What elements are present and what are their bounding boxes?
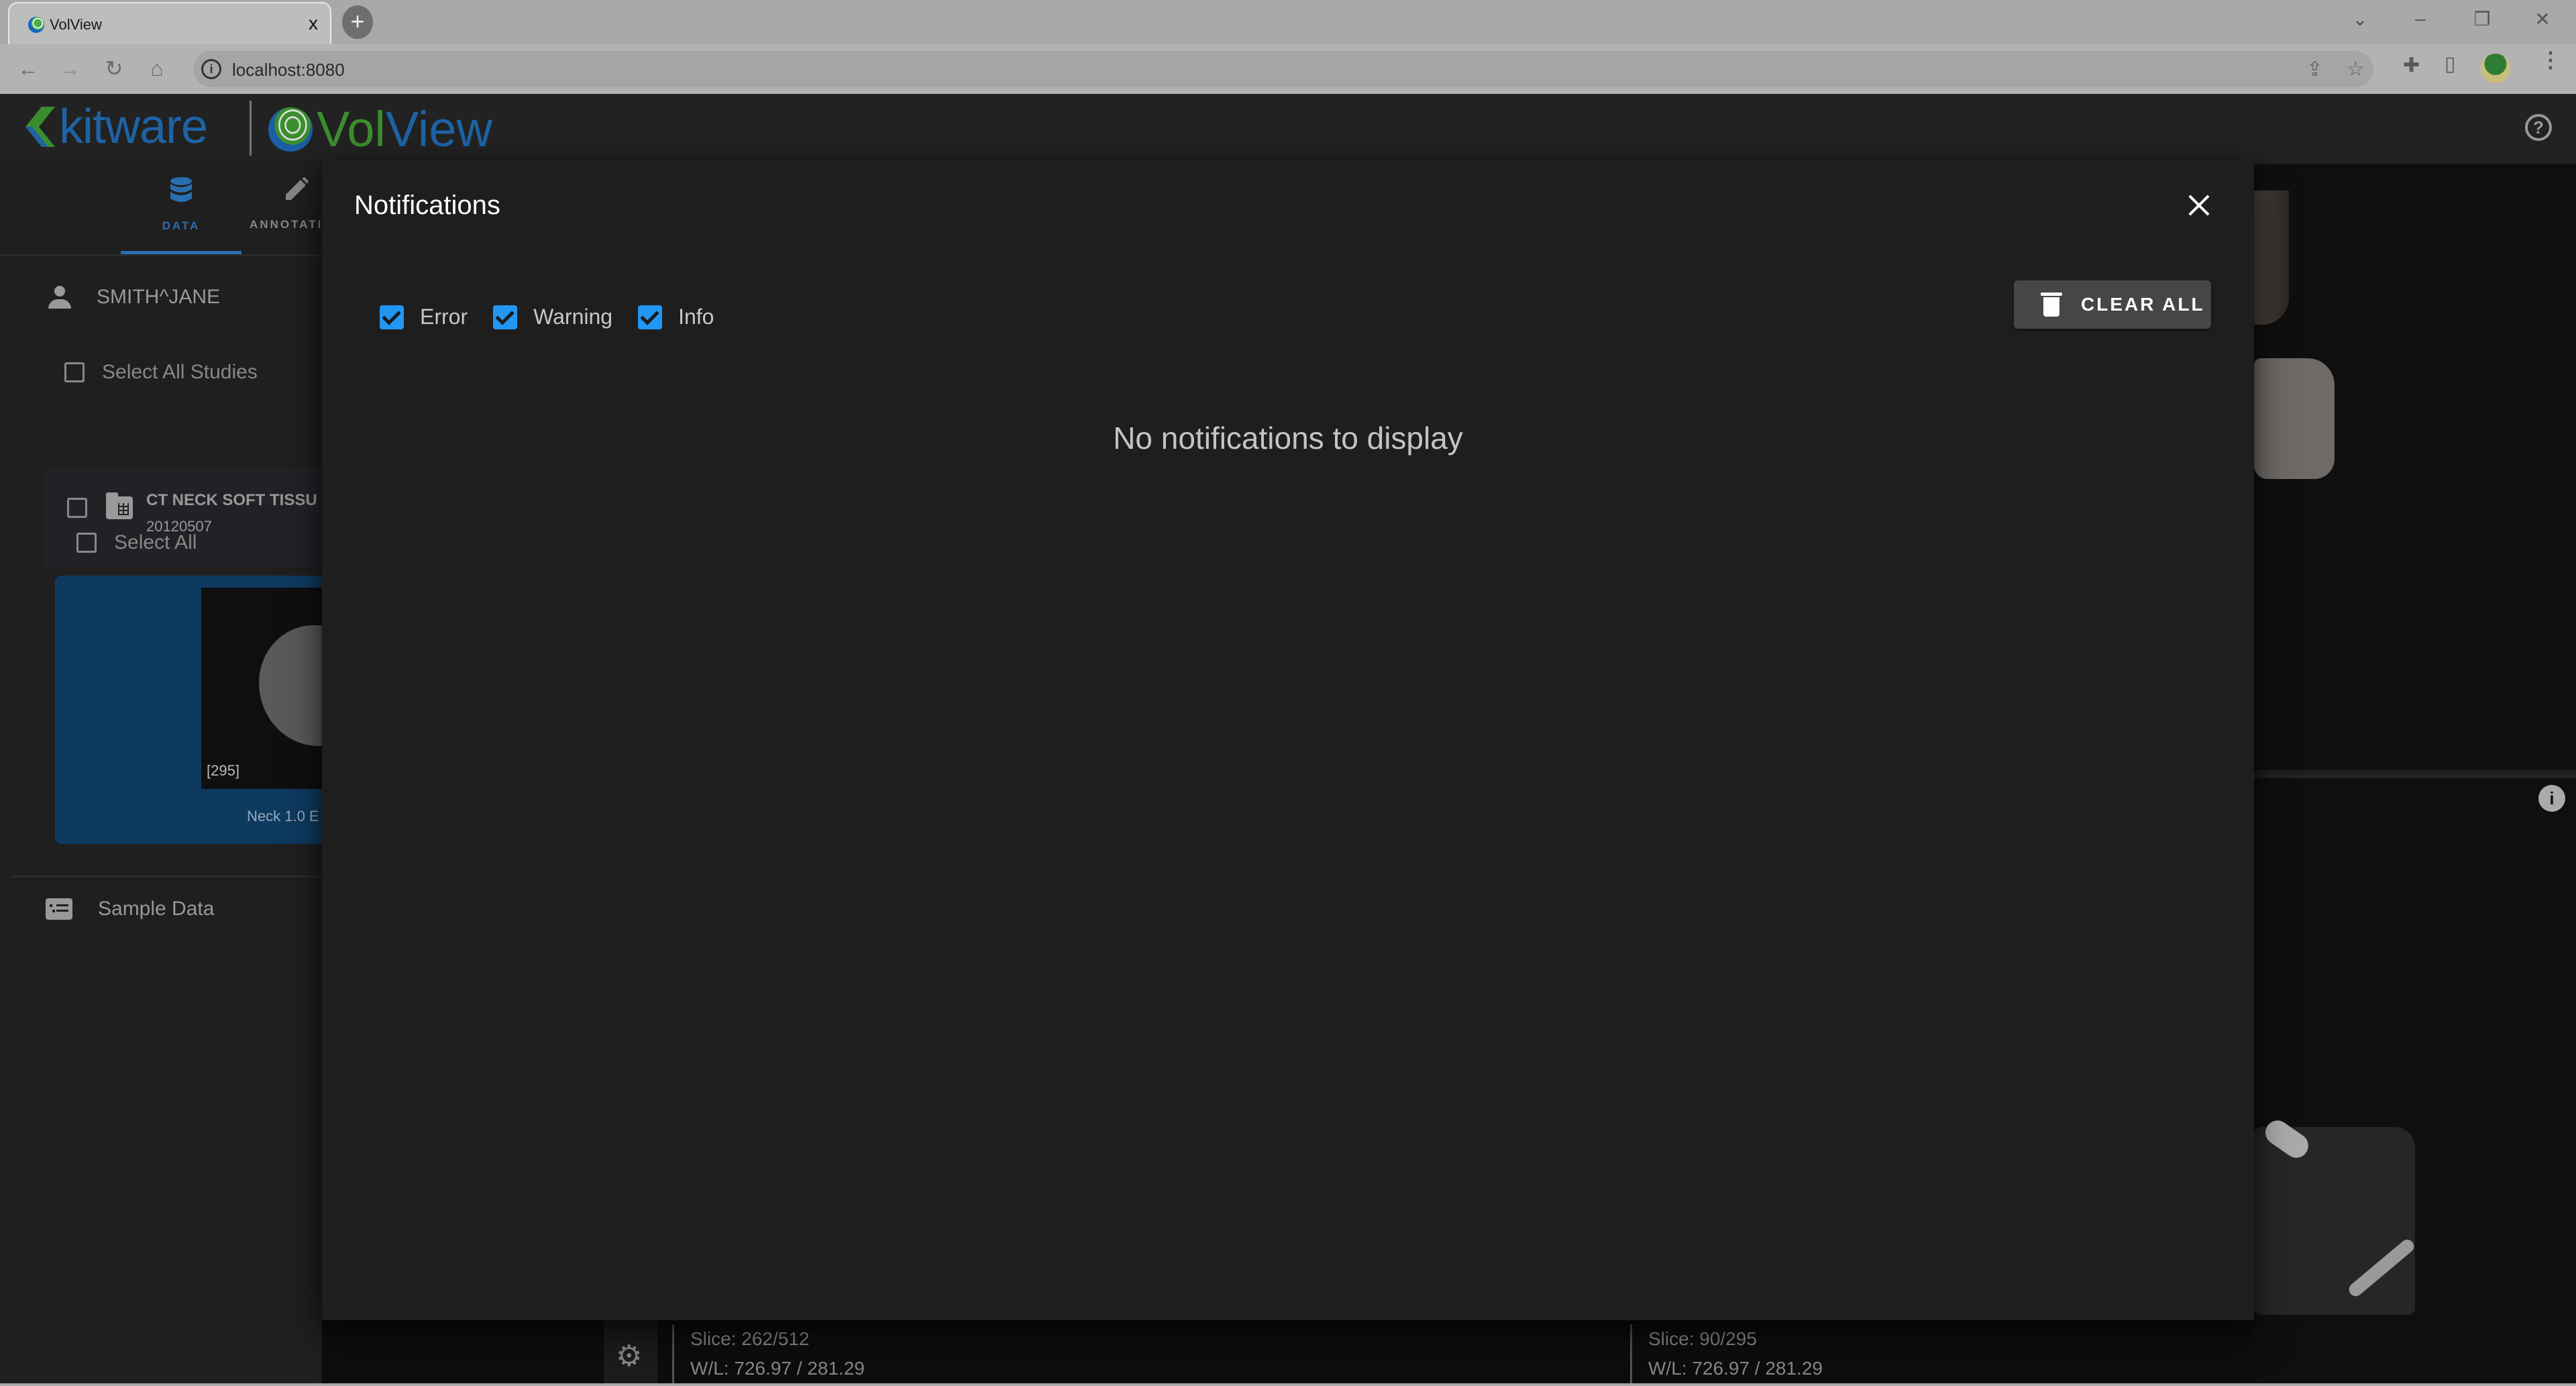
window-bottom-border — [0, 1383, 2576, 1386]
tab-search-chevron-icon[interactable]: ⌄ — [2340, 8, 2380, 30]
select-all-studies-checkbox[interactable] — [64, 362, 85, 382]
right-view-window-level: W/L: 726.97 / 281.29 — [1648, 1358, 1823, 1379]
series-name: Neck 1.0 E — [247, 808, 319, 824]
study-title: CT NECK SOFT TISSU — [146, 491, 317, 509]
clear-all-label: CLEAR ALL — [2081, 294, 2205, 315]
home-icon[interactable]: ⌂ — [142, 56, 172, 81]
empty-state-message: No notifications to display — [1113, 421, 1463, 456]
select-all-studies-label: Select All Studies — [102, 361, 258, 383]
filter-info-checkbox[interactable] — [638, 305, 663, 329]
window-close-button[interactable]: ✕ — [2522, 8, 2563, 30]
notification-filters: Error Warning Info — [380, 305, 739, 329]
select-all-series[interactable]: Select All — [76, 531, 197, 554]
series-slice-count: [295] — [207, 762, 239, 779]
clear-all-button[interactable]: CLEAR ALL — [2014, 280, 2211, 329]
volview-favicon-icon — [28, 17, 44, 33]
extensions-puzzle-icon[interactable]: ✚ — [2403, 54, 2420, 77]
sidebar-divider — [11, 875, 322, 877]
close-icon[interactable] — [2180, 188, 2218, 225]
reload-icon[interactable]: ↻ — [99, 56, 129, 81]
patient-header[interactable]: SMITH^JANE — [48, 286, 220, 309]
restore-button[interactable]: ❐ — [2462, 8, 2502, 30]
select-all-series-label: Select All — [114, 531, 197, 553]
filter-error[interactable]: Error — [380, 305, 468, 329]
share-icon[interactable]: ⇪ — [2306, 58, 2323, 81]
volview-mark-icon — [268, 107, 313, 152]
tab-annotations[interactable]: ANNOTATI — [241, 177, 322, 231]
person-icon — [48, 286, 71, 309]
trash-icon — [2041, 292, 2062, 317]
study-folder-icon — [106, 492, 133, 519]
ct-slice-image — [2254, 1127, 2415, 1315]
select-all-series-checkbox[interactable] — [76, 533, 97, 553]
patient-name: SMITH^JANE — [97, 286, 221, 308]
pencil-icon — [241, 177, 322, 209]
header-divider — [250, 101, 252, 156]
series-card[interactable]: [295] Neck 1.0 E — [55, 576, 322, 844]
right-view-overlay: Slice: 90/295 W/L: 726.97 / 281.29 — [1630, 1324, 1823, 1383]
filter-error-checkbox[interactable] — [380, 305, 404, 329]
sample-data-section[interactable]: Sample Data — [46, 898, 214, 920]
kitware-wordmark: kitware — [59, 100, 208, 154]
sample-data-label: Sample Data — [98, 898, 215, 920]
bookmark-star-icon[interactable]: ☆ — [2347, 58, 2365, 81]
browser-menu-icon[interactable]: ⋮ — [2540, 49, 2561, 70]
dialog-title: Notifications — [354, 191, 500, 220]
notifications-dialog: Notifications Error Warning Info CLEAR A… — [322, 160, 2254, 1320]
left-view-overlay: Slice: 262/512 W/L: 726.97 / 281.29 — [672, 1324, 865, 1383]
sidebar-tabs: DATA ANNOTATI — [0, 160, 322, 256]
new-tab-button[interactable]: + — [342, 5, 373, 39]
browser-tab-volview[interactable]: VolView x — [8, 2, 331, 45]
3d-render-mandible — [2254, 191, 2289, 325]
filter-warning-checkbox[interactable] — [493, 305, 518, 329]
filter-info[interactable]: Info — [638, 305, 714, 329]
filter-warning-label: Warning — [533, 305, 613, 329]
list-box-icon — [46, 898, 72, 920]
url-text: localhost:8080 — [232, 60, 345, 80]
filter-error-label: Error — [420, 305, 468, 329]
app-header: kitware Vol View ? — [0, 94, 2576, 160]
active-tab-indicator — [121, 251, 241, 254]
info-icon[interactable]: i — [2538, 785, 2565, 812]
3d-render-vertebra — [2254, 358, 2334, 479]
browser-tab-bar: VolView x + ⌄ – ❐ ✕ — [0, 0, 2576, 45]
back-arrow-icon[interactable]: ← — [13, 56, 43, 81]
url-field[interactable]: i localhost:8080 ⇪ ☆ — [193, 51, 2373, 87]
site-info-icon[interactable]: i — [201, 59, 221, 79]
gear-icon[interactable]: ⚙ — [616, 1342, 642, 1371]
kitware-logo: kitware — [21, 100, 208, 154]
volview-logo: Vol View — [268, 101, 492, 157]
right-view-slice: Slice: 90/295 — [1648, 1328, 1757, 1349]
volview-wordmark-view: View — [385, 101, 492, 157]
tab-title: VolView — [50, 16, 102, 33]
ct-neck-thumbnail-image — [259, 625, 322, 746]
filter-warning[interactable]: Warning — [493, 305, 612, 329]
tab-close-icon[interactable]: x — [309, 13, 318, 34]
filter-info-label: Info — [678, 305, 714, 329]
left-view-window-level: W/L: 726.97 / 281.29 — [690, 1358, 865, 1379]
select-all-studies[interactable]: Select All Studies — [64, 361, 258, 384]
volume-3d-view[interactable] — [2254, 160, 2576, 770]
kitware-chevron-icon — [21, 105, 55, 148]
tab-annotations-label: ANNOTATI — [250, 218, 322, 231]
side-panel-icon[interactable]: ▯ — [2445, 52, 2456, 76]
minimize-button[interactable]: – — [2400, 8, 2440, 30]
study-checkbox[interactable] — [67, 498, 87, 518]
database-icon — [121, 177, 241, 210]
volview-wordmark-vol: Vol — [317, 101, 386, 157]
tab-data-label: DATA — [162, 219, 201, 232]
forward-arrow-icon[interactable]: → — [55, 56, 85, 81]
left-view-slice: Slice: 262/512 — [690, 1328, 810, 1349]
axial-slice-view[interactable]: i — [2254, 774, 2576, 1386]
sidebar: DATA ANNOTATI SMITH^JANE Select All Stud… — [0, 160, 322, 1386]
help-icon[interactable]: ? — [2525, 114, 2552, 141]
tab-data[interactable]: DATA — [121, 177, 241, 233]
browser-address-bar: ← → ↻ ⌂ i localhost:8080 ⇪ ☆ ✚ ▯ ⋮ — [0, 44, 2576, 94]
series-thumbnail: [295] — [201, 588, 322, 789]
profile-avatar[interactable] — [2481, 54, 2510, 83]
